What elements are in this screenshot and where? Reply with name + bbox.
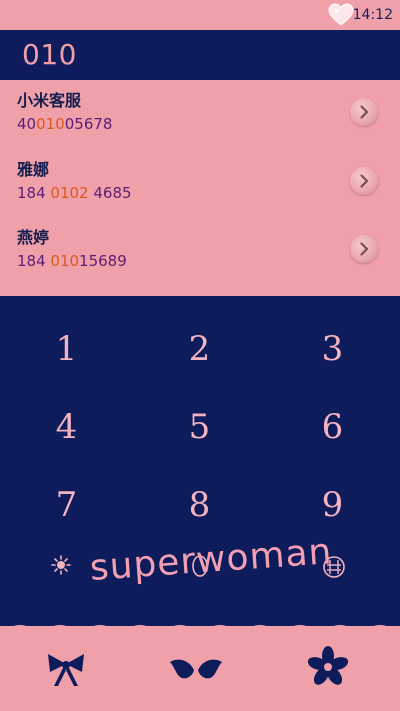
- contact-number: 184 0102 4685: [17, 184, 132, 202]
- bottom-nav: [0, 620, 400, 711]
- chevron-right-icon: [360, 174, 369, 188]
- contact-row[interactable]: 燕婷 184 01015689: [0, 217, 400, 285]
- contact-detail-button[interactable]: [350, 167, 378, 195]
- key-digit: 9: [321, 485, 344, 525]
- contact-number: 184 01015689: [17, 252, 127, 270]
- chevron-right-icon: [360, 105, 369, 119]
- contact-number: 4001005678: [17, 115, 113, 133]
- contact-row[interactable]: 雅娜 184 0102 4685: [0, 149, 400, 217]
- contact-name: 燕婷: [17, 228, 50, 247]
- bow-icon: [48, 654, 84, 686]
- key-digit: 2: [188, 329, 211, 369]
- contact-detail-button[interactable]: [350, 98, 378, 126]
- contact-suggestion-list: 小米客服 4001005678 雅娜 184 0102 4685 燕婷 184 …: [0, 80, 400, 296]
- key-digit: 4: [55, 407, 78, 447]
- key-6[interactable]: 6: [266, 388, 399, 466]
- key-5[interactable]: 5: [133, 388, 266, 466]
- key-4[interactable]: 4: [0, 388, 133, 466]
- nav-bow-button[interactable]: [36, 644, 96, 694]
- dial-header: 010: [0, 30, 400, 80]
- key-7[interactable]: 7: [0, 466, 133, 544]
- wings-icon: [170, 659, 222, 679]
- contact-detail-button[interactable]: [350, 235, 378, 263]
- dialed-number[interactable]: 010: [22, 37, 77, 73]
- number-match: 010: [50, 252, 80, 270]
- contact-row[interactable]: 小米客服 4001005678: [0, 80, 400, 148]
- key-digit: 7: [55, 485, 78, 525]
- number-match: 0102: [50, 184, 89, 202]
- number-match: 010: [36, 115, 65, 133]
- nav-wings-button[interactable]: [166, 644, 226, 694]
- key-9[interactable]: 9: [266, 466, 399, 544]
- key-2[interactable]: 2: [133, 310, 266, 388]
- key-3[interactable]: 3: [266, 310, 399, 388]
- key-8[interactable]: 8: [133, 466, 266, 544]
- contact-name: 小米客服: [17, 91, 82, 110]
- contact-name: 雅娜: [17, 160, 50, 179]
- key-1[interactable]: 1: [0, 310, 133, 388]
- key-digit: 5: [188, 407, 211, 447]
- flower-icon: [307, 646, 349, 685]
- key-digit: 3: [321, 329, 344, 369]
- status-bar: 14:12: [0, 0, 400, 30]
- status-time: 14:12: [352, 7, 393, 23]
- nav-flower-button[interactable]: [300, 644, 360, 694]
- key-digit: 1: [55, 329, 78, 369]
- key-digit: 8: [188, 485, 211, 525]
- key-digit: 6: [321, 407, 344, 447]
- chevron-right-icon: [360, 242, 369, 256]
- heart-icon: [328, 3, 354, 26]
